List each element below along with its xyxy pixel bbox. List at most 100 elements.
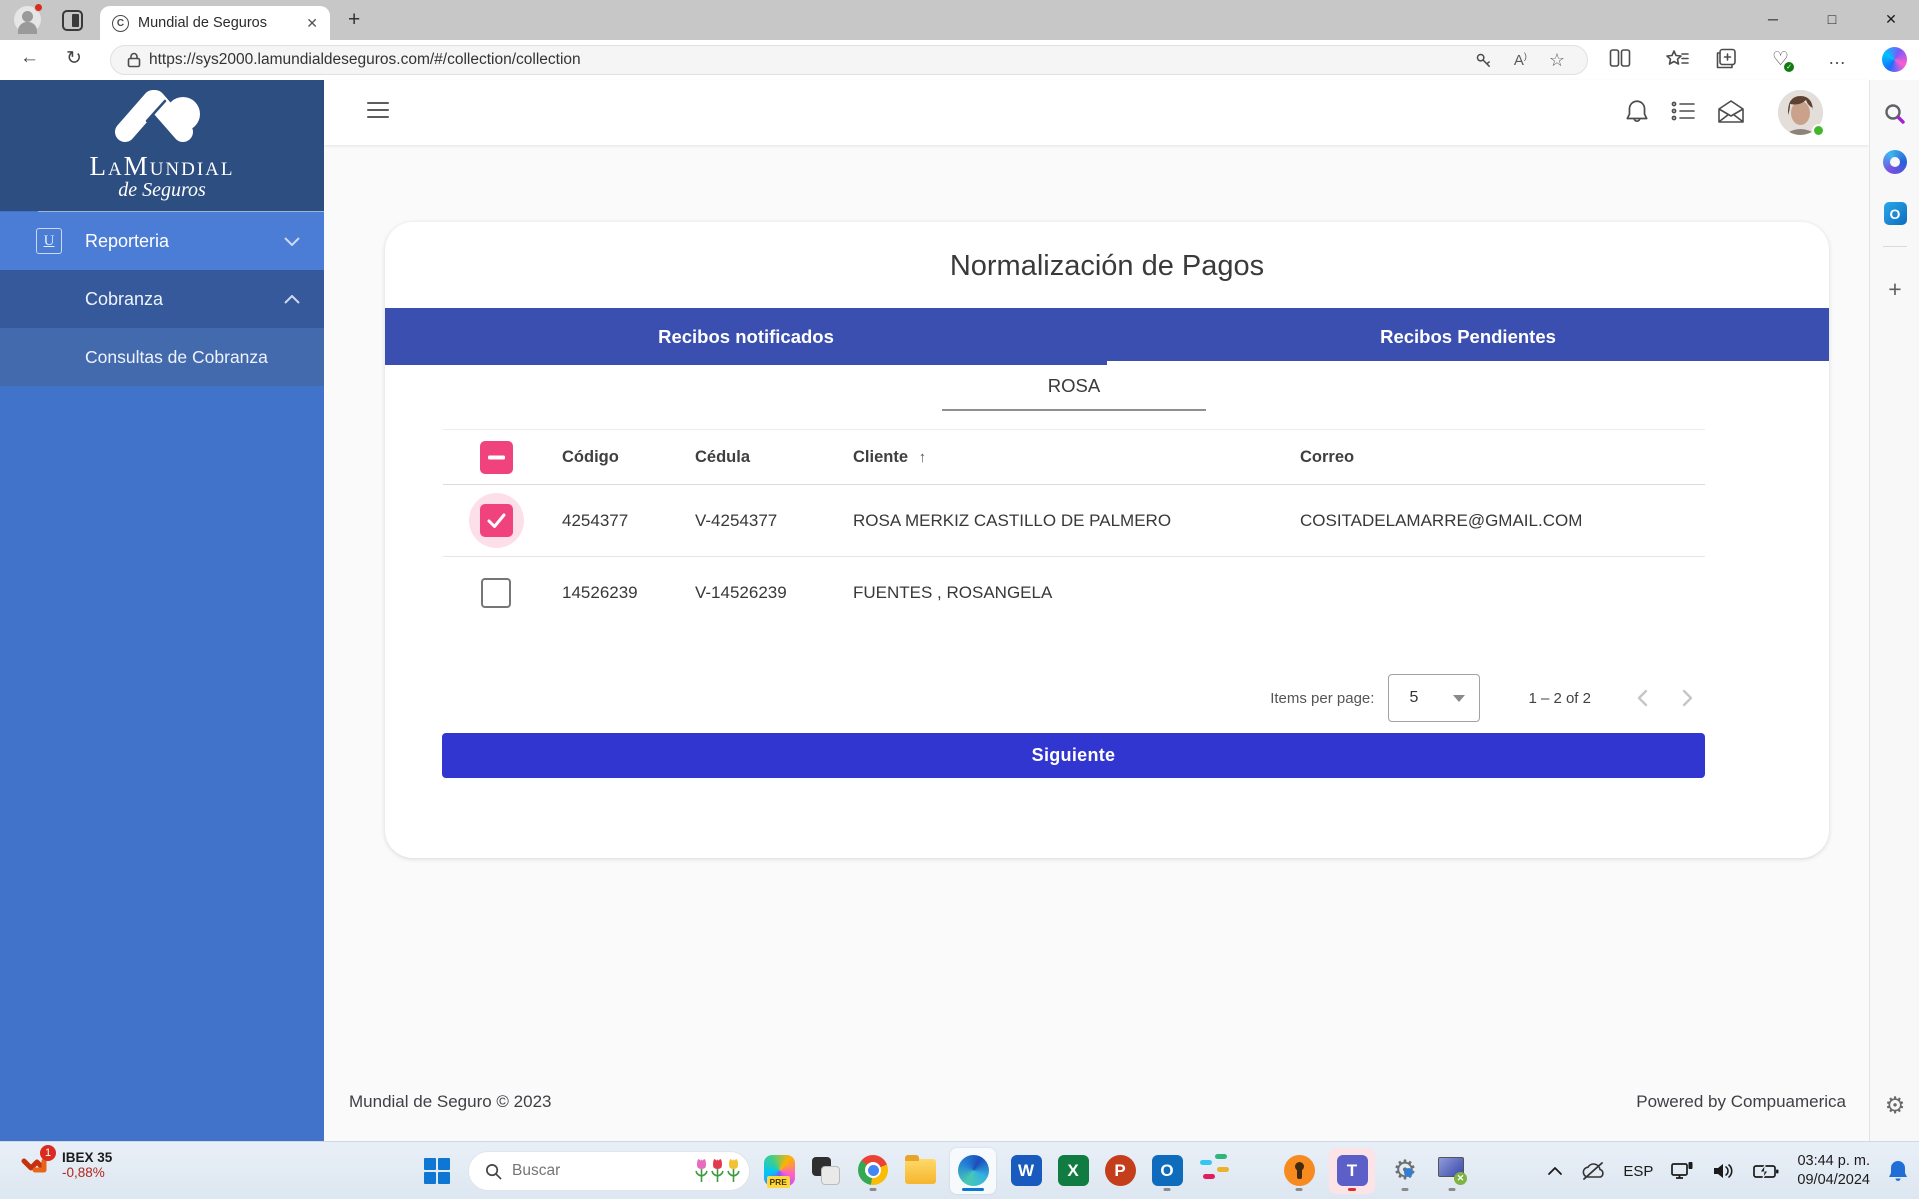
microsoft-365-icon[interactable] (1870, 150, 1919, 174)
refresh-icon[interactable]: ↻ (66, 47, 82, 70)
outlook-app[interactable]: O (1150, 1148, 1184, 1194)
menu-hamburger-icon[interactable] (367, 102, 389, 123)
row-checkbox[interactable] (480, 504, 513, 537)
address-bar[interactable]: https://sys2000.lamundialdeseguros.com/#… (110, 45, 1588, 75)
window-minimize-button[interactable]: ─ (1750, 11, 1796, 27)
bing-search-icon[interactable] (1870, 102, 1919, 126)
stocks-widget[interactable]: 1 IBEX 35 -0,88% (20, 1149, 112, 1181)
openvpn-app[interactable] (1282, 1148, 1316, 1194)
edge-app-active[interactable] (950, 1148, 996, 1194)
task-view-icon (812, 1157, 840, 1185)
split-screen-icon[interactable] (1609, 48, 1631, 68)
row-checkbox[interactable] (480, 577, 513, 610)
page-title: Normalización de Pagos (385, 250, 1829, 283)
excel-app[interactable]: X (1056, 1148, 1090, 1194)
favorites-hub-icon[interactable] (1666, 48, 1689, 69)
system-tray: ESP 03:44 p. m. 09/04/2024 (1547, 1142, 1909, 1199)
rail-settings-gear-icon[interactable]: ⚙ (1870, 1092, 1919, 1119)
settings-app[interactable]: ⚙ (1388, 1148, 1422, 1194)
browser-profile-button[interactable] (14, 6, 41, 33)
siguiente-button[interactable]: Siguiente (442, 733, 1705, 778)
teams-app[interactable]: T (1329, 1148, 1375, 1194)
logo-ribbon-icon (107, 88, 217, 144)
search-input[interactable] (942, 371, 1206, 411)
file-explorer-app[interactable] (903, 1148, 937, 1194)
edge-icon (958, 1155, 989, 1186)
select-all-checkbox[interactable] (480, 441, 513, 474)
start-button[interactable] (424, 1158, 450, 1184)
sidebar-item-reporteria[interactable]: U Reporteria (0, 212, 324, 270)
cell-cedula: V-14526239 (695, 583, 853, 603)
logo-text-sub: de Seguros (0, 179, 324, 202)
window-close-button[interactable]: ✕ (1868, 11, 1914, 28)
normalizacion-card: Normalización de Pagos Recibos notificad… (385, 222, 1829, 858)
more-menu-icon[interactable]: … (1828, 48, 1847, 69)
sidebar-item-consultas-de-cobranza[interactable]: Consultas de Cobranza (0, 328, 324, 386)
previous-page-icon[interactable] (1637, 689, 1648, 707)
logo-text-main: LaMundial (0, 151, 324, 182)
tab-actions-icon[interactable] (62, 10, 83, 31)
footer-powered-by: Powered by Compuamerica (1636, 1092, 1846, 1112)
next-page-icon[interactable] (1682, 689, 1693, 707)
notifications-bell-icon[interactable] (1624, 98, 1650, 126)
powerpoint-app[interactable]: P (1103, 1148, 1137, 1194)
task-view-button[interactable] (809, 1148, 843, 1194)
browser-toolbar: ← ↻ https://sys2000.lamundialdeseguros.c… (0, 40, 1919, 80)
outlook-icon[interactable]: O (1870, 202, 1919, 225)
url-text[interactable]: https://sys2000.lamundialdeseguros.com/#… (149, 51, 1475, 69)
tab-recibos-pendientes[interactable]: Recibos Pendientes (1107, 308, 1829, 365)
mail-icon[interactable] (1716, 98, 1746, 126)
chrome-app[interactable] (856, 1148, 890, 1194)
favorite-star-icon[interactable]: ☆ (1549, 50, 1565, 71)
unchecked-checkbox-icon (481, 578, 511, 608)
taskbar-search-input[interactable] (512, 1162, 684, 1180)
sort-asc-icon: ↑ (919, 449, 927, 466)
chevron-up-icon (284, 295, 300, 304)
collections-icon[interactable] (1716, 48, 1737, 69)
window-maximize-button[interactable]: □ (1809, 11, 1855, 27)
browser-essentials-icon[interactable]: ♡ ✓ (1772, 48, 1789, 71)
back-icon[interactable]: ← (20, 47, 39, 69)
copilot-pre-app[interactable]: PRE (762, 1148, 796, 1194)
tab-title: Mundial de Seguros (138, 15, 297, 31)
table-row[interactable]: 4254377 V-4254377 ROSA MERKIZ CASTILLO D… (443, 485, 1705, 557)
add-rail-item-icon[interactable]: + (1870, 276, 1919, 303)
table-row[interactable]: 14526239 V-14526239 FUENTES , ROSANGELA (443, 557, 1705, 629)
read-aloud-icon[interactable]: A) (1514, 51, 1527, 69)
taskbar-apps: PRE W X P O T ⚙ ✕ (762, 1148, 1469, 1194)
language-indicator[interactable]: ESP (1623, 1163, 1653, 1180)
online-status-dot (1812, 124, 1825, 137)
new-tab-button[interactable]: + (348, 8, 360, 32)
password-key-icon[interactable] (1475, 52, 1492, 69)
sidebar-item-cobranza[interactable]: Cobranza (0, 270, 324, 328)
col-header-correo[interactable]: Correo (1300, 448, 1705, 467)
col-header-codigo[interactable]: Código (562, 448, 695, 467)
rail-divider (1883, 246, 1907, 247)
dropdown-arrow-icon (1453, 695, 1465, 702)
remote-desktop-app[interactable]: ✕ (1435, 1148, 1469, 1194)
table-header-row: Código Cédula Cliente ↑ Correo (443, 429, 1705, 485)
lock-icon (127, 52, 141, 68)
tray-clock[interactable]: 03:44 p. m. 09/04/2024 (1797, 1152, 1870, 1190)
tab-favicon-icon: C (112, 15, 129, 32)
notifications-tray-bell-icon[interactable] (1887, 1159, 1909, 1183)
word-app[interactable]: W (1009, 1148, 1043, 1194)
tab-recibos-notificados[interactable]: Recibos notificados (385, 308, 1107, 365)
battery-charging-icon[interactable] (1752, 1161, 1780, 1181)
network-icon[interactable] (1670, 1161, 1694, 1181)
slack-app[interactable] (1197, 1148, 1231, 1194)
col-header-cedula[interactable]: Cédula (695, 448, 853, 467)
copilot-icon[interactable] (1882, 47, 1907, 72)
checked-checkbox-icon (480, 504, 513, 537)
col-header-cliente[interactable]: Cliente ↑ (853, 448, 1300, 467)
taskbar-search[interactable] (468, 1151, 750, 1191)
onedrive-paused-icon[interactable] (1580, 1161, 1606, 1181)
sidebar-item-label: Reporteria (85, 231, 169, 252)
tray-chevron-up-icon[interactable] (1547, 1166, 1563, 1176)
tray-date: 09/04/2024 (1797, 1171, 1870, 1190)
task-list-icon[interactable] (1670, 98, 1697, 124)
volume-icon[interactable] (1711, 1161, 1735, 1181)
page-size-select[interactable]: 5 (1388, 674, 1480, 722)
tab-close-icon[interactable]: ✕ (306, 15, 318, 32)
browser-tab[interactable]: C Mundial de Seguros ✕ (100, 6, 330, 40)
